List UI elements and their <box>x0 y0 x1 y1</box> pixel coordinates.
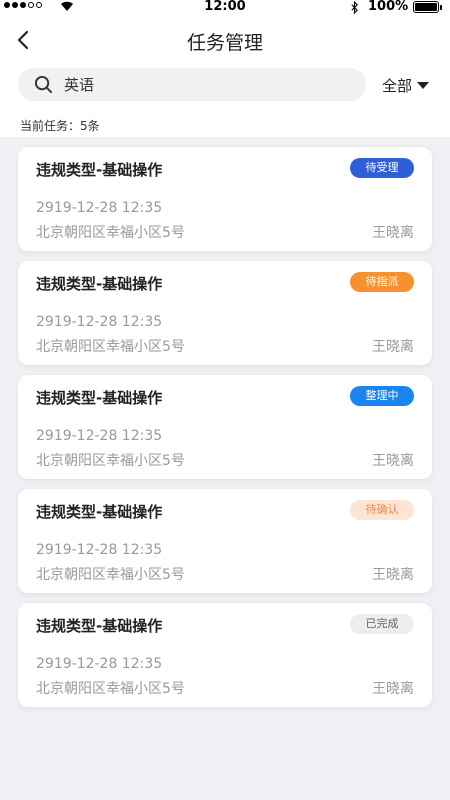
navigation-bar: 任务管理 <box>0 20 450 60</box>
battery-percentage: 100% <box>368 0 409 14</box>
status-badge: 整理中 <box>350 386 414 406</box>
task-time: 2919-12-28 12:35 <box>36 542 163 558</box>
task-person: 王晓离 <box>372 567 414 583</box>
task-list: 违规类型-基础操作 待受理 2919-12-28 12:35 北京朝阳区幸福小区… <box>0 137 450 800</box>
task-time: 2919-12-28 12:35 <box>36 428 163 444</box>
task-time: 2919-12-28 12:35 <box>36 314 163 330</box>
task-address: 北京朝阳区幸福小区5号 <box>36 339 185 355</box>
filter-dropdown[interactable]: 全部 <box>382 74 430 96</box>
task-time: 2919-12-28 12:35 <box>36 200 163 216</box>
task-count: 当前任务：5条 <box>20 119 100 133</box>
task-address: 北京朝阳区幸福小区5号 <box>36 681 185 697</box>
task-time: 2919-12-28 12:35 <box>36 656 163 672</box>
task-card[interactable]: 违规类型-基础操作 待指派 2919-12-28 12:35 北京朝阳区幸福小区… <box>18 261 432 365</box>
page-title: 任务管理 <box>186 32 263 54</box>
task-person: 王晓离 <box>372 225 414 241</box>
task-title: 违规类型-基础操作 <box>36 275 163 293</box>
task-card[interactable]: 违规类型-基础操作 待受理 2919-12-28 12:35 北京朝阳区幸福小区… <box>18 147 432 251</box>
status-badge: 待受理 <box>350 158 414 178</box>
task-person: 王晓离 <box>372 339 414 355</box>
task-card[interactable]: 违规类型-基础操作 待确认 2919-12-28 12:35 北京朝阳区幸福小区… <box>18 489 432 593</box>
status-bar: 12:00 100% <box>0 0 450 14</box>
caret-down-icon <box>417 82 430 89</box>
task-address: 北京朝阳区幸福小区5号 <box>36 567 185 583</box>
task-card[interactable]: 违规类型-基础操作 整理中 2919-12-28 12:35 北京朝阳区幸福小区… <box>18 375 432 479</box>
task-address: 北京朝阳区幸福小区5号 <box>36 225 185 241</box>
search-input[interactable] <box>64 72 354 97</box>
task-address: 北京朝阳区幸福小区5号 <box>36 453 185 469</box>
status-badge: 待确认 <box>350 500 414 520</box>
battery-icon <box>413 1 442 13</box>
task-person: 王晓离 <box>372 681 414 697</box>
status-badge: 待指派 <box>350 272 414 292</box>
task-title: 违规类型-基础操作 <box>36 617 163 635</box>
search-icon <box>34 75 53 94</box>
bluetooth-icon <box>351 1 358 14</box>
search-bar[interactable] <box>18 68 366 101</box>
task-title: 违规类型-基础操作 <box>36 389 163 407</box>
filter-label: 全部 <box>382 76 413 95</box>
status-badge: 已完成 <box>350 614 414 634</box>
task-title: 违规类型-基础操作 <box>36 503 163 521</box>
task-card[interactable]: 违规类型-基础操作 已完成 2919-12-28 12:35 北京朝阳区幸福小区… <box>18 603 432 707</box>
task-person: 王晓离 <box>372 453 414 469</box>
task-title: 违规类型-基础操作 <box>36 161 163 179</box>
